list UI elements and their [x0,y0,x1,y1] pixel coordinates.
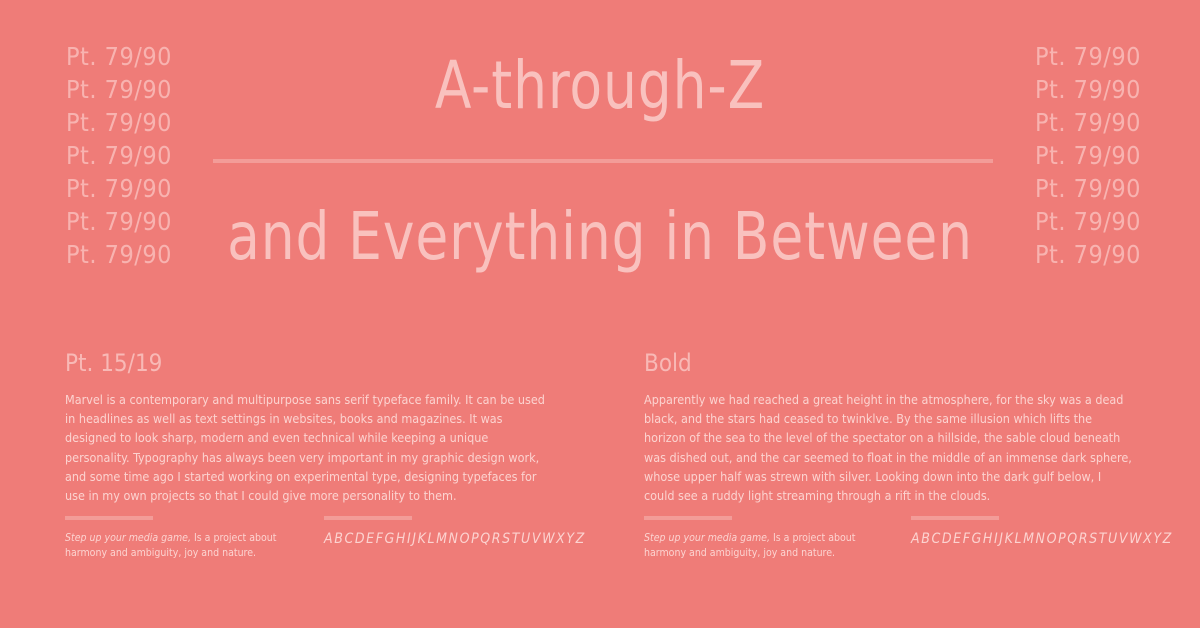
headline-divider [213,159,993,163]
right-note-emphasis: Step up your media game, [644,532,770,544]
right-alphabet-sample: ABCDEFGHIJKLMNOPQRSTUVWXYZ [911,531,1173,547]
left-column-heading: Pt. 15/19 [65,349,163,377]
left-alphabet-rule [324,516,412,520]
right-note: Step up your media game, Is a project ab… [644,531,864,561]
headline-line-1: A-through-Z [434,47,766,124]
left-alphabet-sample: ABCDEFGHIJKLMNOPQRSTUVWXYZ [324,531,586,547]
left-note: Step up your media game, Is a project ab… [65,531,285,561]
left-note-rule [65,516,153,520]
headline-line-2: and Everything in Between [227,198,973,275]
right-column-heading: Bold [644,349,692,377]
left-note-emphasis: Step up your media game, [65,532,191,544]
right-column-body: Apparently we had reached a great height… [644,392,1132,504]
left-column-body: Marvel is a contemporary and multipurpos… [65,392,545,504]
pt-size-label: Pt. 79/90 [66,141,172,170]
pt-size-label: Pt. 79/90 [1035,141,1141,170]
right-note-rule [644,516,732,520]
right-alphabet-rule [911,516,999,520]
